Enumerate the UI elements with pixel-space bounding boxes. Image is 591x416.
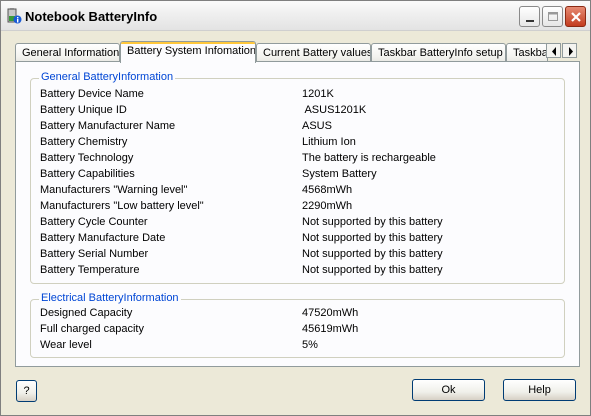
field-value: Lithium Ion [302,136,356,148]
tab-taskbar-truncated[interactable]: Taskba [506,43,548,62]
field-label: Battery Chemistry [40,136,128,148]
minimize-button[interactable] [519,6,540,27]
info-row: Manufacturers "Warning level" 4568mWh [31,184,564,200]
tab-label: General Information [22,47,120,59]
app-window: Notebook BatteryInfo General Information… [0,0,591,416]
close-icon [571,12,581,22]
tab-label: Current Battery values [263,47,371,59]
field-value: ASUS1201K [302,104,367,116]
field-value: 2290mWh [302,200,353,212]
window-title: Notebook BatteryInfo [25,9,158,24]
tab-scroll-left-button[interactable] [546,43,561,58]
info-row: Wear level 5% [31,339,564,355]
field-value: 47520mWh [302,307,359,319]
info-row: Battery Temperature Not supported by thi… [31,264,564,280]
field-value: 45619mWh [302,323,359,335]
field-value: 4568mWh [302,184,353,196]
tab-battery-system-information[interactable]: Battery System Infomation [120,41,256,63]
field-value: System Battery [302,168,377,180]
field-label: Battery Temperature [40,264,140,276]
field-value: Not supported by this battery [302,248,443,260]
battery-app-icon [6,8,22,24]
field-label: Battery Unique ID [40,104,127,116]
field-label: Battery Capabilities [40,168,135,180]
info-row: Battery Cycle Counter Not supported by t… [31,216,564,232]
info-row: Battery Technology The battery is rechar… [31,152,564,168]
tab-panel: General BatteryInformation Battery Devic… [15,61,580,367]
field-label: Designed Capacity [40,307,133,319]
field-label: Manufacturers "Warning level" [40,184,188,196]
field-label: Battery Manufacture Date [40,232,166,244]
field-label: Battery Serial Number [40,248,149,260]
electrical-battery-group: Electrical BatteryInformation Designed C… [30,292,565,358]
info-row: Battery Manufacture Date Not supported b… [31,232,564,248]
field-value: Not supported by this battery [302,216,443,228]
tab-strip: General Information Battery System Infom… [15,41,580,63]
tab-scroll-right-button[interactable] [562,43,577,58]
close-button[interactable] [565,6,586,27]
tab-current-battery-values[interactable]: Current Battery values [256,43,371,62]
maximize-button[interactable] [542,6,563,27]
field-value: 1201K [302,88,334,100]
ok-button[interactable]: Ok [412,379,485,401]
field-label: Wear level [40,339,92,351]
field-value: The battery is rechargeable [302,152,436,164]
field-label: Battery Manufacturer Name [40,120,176,132]
field-value: Not supported by this battery [302,264,443,276]
field-value: Not supported by this battery [302,232,443,244]
chevron-left-icon [552,47,556,56]
tab-label: Taskbar BatteryInfo setup [378,47,503,59]
title-bar[interactable]: Notebook BatteryInfo [1,1,590,31]
field-label: Battery Device Name [40,88,144,100]
group-title: General BatteryInformation [39,71,176,83]
help-button[interactable]: Help [503,379,576,401]
info-row: Battery Capabilities System Battery [31,168,564,184]
tab-label: Battery System Infomation [127,45,256,57]
info-row: Designed Capacity 47520mWh [31,307,564,323]
info-row: Full charged capacity 45619mWh [31,323,564,339]
info-row: Battery Device Name 1201K [31,88,564,104]
info-row: Battery Unique ID ASUS1201K [31,104,564,120]
field-value: ASUS [302,120,332,132]
field-label: Full charged capacity [40,323,144,335]
field-label: Manufacturers "Low battery level" [40,200,204,212]
info-row: Manufacturers "Low battery level" 2290mW… [31,200,564,216]
tab-taskbar-batteryinfo-setup[interactable]: Taskbar BatteryInfo setup [371,43,506,62]
group-title: Electrical BatteryInformation [39,292,181,304]
minimize-icon [526,20,534,22]
info-row: Battery Manufacturer Name ASUS [31,120,564,136]
field-label: Battery Cycle Counter [40,216,148,228]
help-question-button[interactable]: ? [16,380,37,402]
general-battery-group: General BatteryInformation Battery Devic… [30,71,565,284]
info-row: Battery Chemistry Lithium Ion [31,136,564,152]
info-row: Battery Serial Number Not supported by t… [31,248,564,264]
field-value: 5% [302,339,318,351]
tab-label: Taskba [513,47,548,59]
field-label: Battery Technology [40,152,134,164]
chevron-right-icon [569,47,573,56]
maximize-icon [548,12,558,21]
tab-general-information[interactable]: General Information [15,43,120,62]
